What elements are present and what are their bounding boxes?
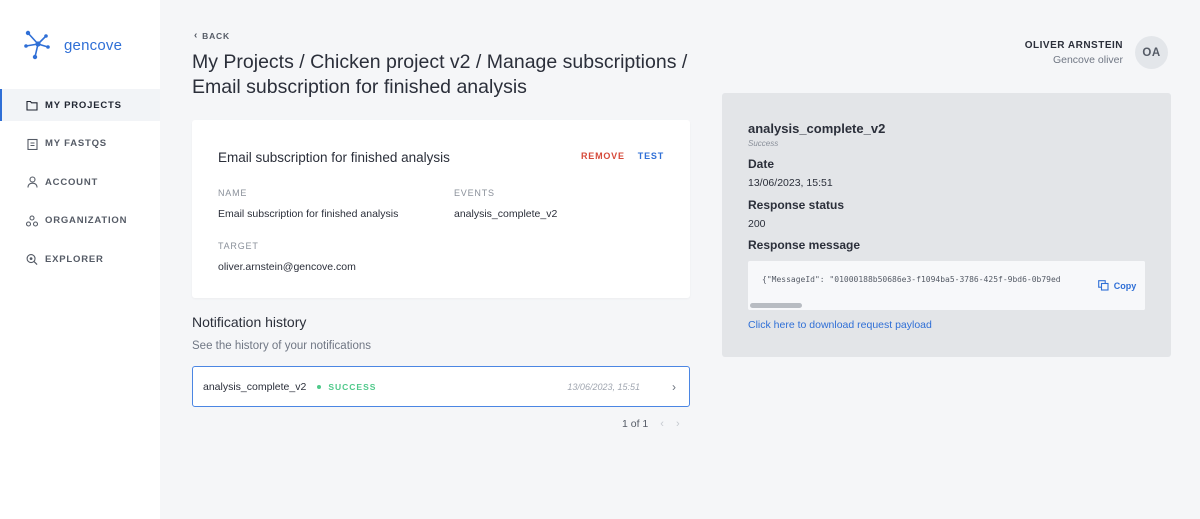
date-label: Date (748, 157, 775, 171)
sidebar-item-label: ACCOUNT (45, 176, 99, 188)
target-label: TARGET (218, 241, 259, 251)
user-info: OLIVER ARNSTEIN Gencove oliver (1025, 40, 1123, 66)
back-label: BACK (202, 30, 230, 41)
user-icon (26, 176, 38, 188)
response-status-label: Response status (748, 198, 845, 212)
sidebar-item-label: MY FASTQS (45, 138, 107, 149)
avatar[interactable]: OA (1135, 36, 1168, 69)
response-message-label: Response message (748, 238, 861, 252)
previous-page-icon[interactable]: ‹ (660, 418, 664, 430)
notification-history-title: Notification history (192, 314, 307, 330)
detail-title: analysis_complete_v2 (748, 121, 886, 136)
status-badge: SUCCESS (317, 382, 376, 392)
response-message-box[interactable]: {"MessageId": "01000188b50686e3-f1094ba5… (748, 261, 1145, 310)
back-link[interactable]: ‹ BACK (194, 30, 230, 41)
sidebar-item-my-projects[interactable]: MY PROJECTS (0, 89, 160, 121)
subscription-title: Email subscription for finished analysis (218, 150, 450, 165)
page-title: My Projects / Chicken project v2 / Manag… (192, 51, 688, 98)
name-value: Email subscription for finished analysis (218, 208, 399, 220)
organization-icon (26, 214, 38, 227)
remove-button[interactable]: REMOVE (581, 151, 625, 161)
subscription-card: Email subscription for finished analysis… (192, 120, 690, 298)
target-value: oliver.arnstein@gencove.com (218, 261, 356, 273)
events-label: EVENTS (454, 188, 495, 198)
pagination: 1 of 1 ‹ › (622, 418, 680, 430)
brand-name: gencove (64, 36, 123, 54)
sidebar-item-explorer[interactable]: EXPLORER (0, 243, 160, 275)
notification-event: analysis_complete_v2 (203, 380, 307, 393)
user-org: Gencove oliver (1052, 53, 1123, 66)
sidebar-nav: MY PROJECTS MY FASTQS ACCOUNT ORGANIZATI… (0, 89, 160, 282)
copy-icon (1097, 280, 1109, 291)
notification-history-subtitle: See the history of your notifications (192, 340, 371, 352)
detail-status: Success (748, 139, 779, 148)
page-indicator: 1 of 1 (622, 418, 649, 430)
user-menu[interactable]: OLIVER ARNSTEIN Gencove oliver OA (1025, 36, 1168, 69)
horizontal-scrollbar[interactable] (750, 303, 802, 308)
notification-detail-panel: analysis_complete_v2 Success Date 13/06/… (722, 93, 1171, 357)
notification-row[interactable]: analysis_complete_v2 SUCCESS 13/06/2023,… (192, 366, 690, 407)
name-label: NAME (218, 188, 248, 198)
test-button[interactable]: TEST (638, 151, 664, 161)
response-status-value: 200 (748, 218, 766, 230)
next-page-icon[interactable]: › (676, 418, 680, 430)
sidebar-item-label: ORGANIZATION (45, 215, 128, 226)
events-value: analysis_complete_v2 (454, 208, 558, 220)
date-value: 13/06/2023, 15:51 (748, 177, 833, 189)
copy-label: Copy (1113, 280, 1137, 291)
download-payload-link[interactable]: Click here to download request payload (748, 319, 932, 331)
folder-icon (26, 99, 38, 111)
user-name: OLIVER ARNSTEIN (1024, 39, 1123, 51)
sidebar-item-organization[interactable]: ORGANIZATION (0, 205, 160, 237)
notification-date: 13/06/2023, 15:51 (567, 381, 640, 392)
copy-button[interactable]: Copy (1089, 261, 1145, 310)
sidebar-item-label: EXPLORER (45, 253, 104, 265)
sidebar-item-my-fastqs[interactable]: MY FASTQS (0, 128, 160, 160)
chevron-left-icon: ‹ (194, 30, 199, 41)
status-text: SUCCESS (328, 381, 377, 392)
response-message-text: {"MessageId": "01000188b50686e3-f1094ba5… (762, 275, 1061, 284)
subscription-actions: REMOVE TEST (581, 151, 664, 161)
status-dot-icon (317, 384, 322, 389)
sidebar-item-label: MY PROJECTS (45, 99, 122, 111)
sidebar-item-account[interactable]: ACCOUNT (0, 166, 160, 198)
gencove-logo[interactable]: gencove (24, 30, 122, 60)
explorer-icon (26, 253, 38, 265)
gencove-logo-icon (24, 30, 50, 60)
sidebar: gencove MY PROJECTS MY FASTQS ACCOUNT OR… (0, 0, 160, 519)
clipboard-icon (26, 138, 38, 150)
chevron-right-icon: › (672, 379, 676, 394)
